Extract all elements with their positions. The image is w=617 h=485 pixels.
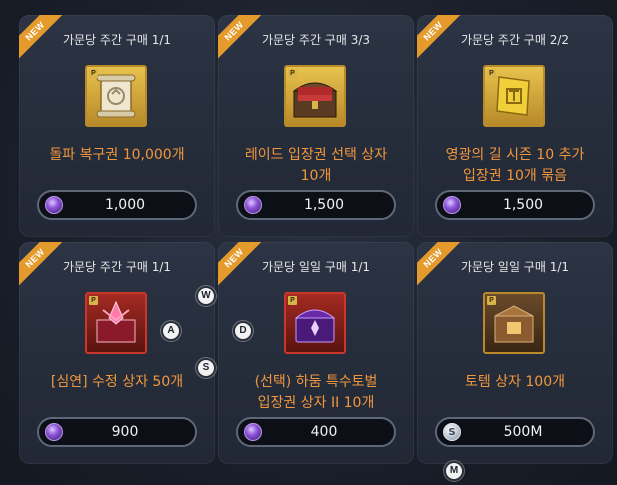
gem-coin-icon [244,423,262,441]
key-hint-d: D [233,321,253,341]
item-name: (선택) 하둠 특수토벌 입장권 상자 II 10개 [254,374,378,411]
price-value: 1,500 [303,197,345,213]
price-button[interactable]: 1,500 [236,190,396,220]
item-badge: P [487,69,496,78]
treasure-chest-icon: P [284,65,346,127]
key-hint-s: S [196,358,216,378]
shop-card-hadum-special-raid-box[interactable]: NEW 가문당 일일 구매 1/1 P (선택) 하둠 특수토벌 입장권 상자 … [218,242,414,464]
totem-box-icon: P [483,292,545,354]
gem-coin-icon [45,423,63,441]
price-value: 900 [111,424,139,440]
item-name: [심연] 수정 상자 50개 [50,374,184,390]
price-value: 400 [310,424,338,440]
item-badge: P [288,296,297,305]
purchase-limit: 가문당 일일 구매 1/1 [261,260,371,274]
key-hint-a: A [161,321,181,341]
item-name: 레이드 입장권 선택 상자 10개 [244,147,388,184]
item-name: 토템 상자 100개 [464,374,566,390]
shop-card-breakthrough-restore[interactable]: NEW 가문당 주간 구매 1/1 P 돌파 복구권 10,000개 1,000 [19,15,215,237]
purchase-limit: 가문당 일일 구매 1/1 [460,260,570,274]
price-value: 1,000 [104,197,146,213]
price-button[interactable]: 1,000 [37,190,197,220]
scroll-icon: P [85,65,147,127]
purchase-limit: 가문당 주간 구매 2/2 [460,33,570,47]
purchase-limit: 가문당 주간 구매 1/1 [62,260,172,274]
shop-card-abyss-crystal-box[interactable]: NEW 가문당 주간 구매 1/1 P [심연] 수정 상자 50개 900 [19,242,215,464]
purchase-limit: 가문당 주간 구매 3/3 [261,33,371,47]
item-badge: P [89,69,98,78]
item-badge: P [288,69,297,78]
crystal-box-icon: P [85,292,147,354]
item-badge: P [487,296,496,305]
shop-card-totem-box[interactable]: NEW 가문당 일일 구매 1/1 P 토템 상자 100개 S 500M [417,242,613,464]
golden-ticket-icon: P [483,65,545,127]
silver-coin-icon: S [443,423,461,441]
key-hint-w: W [196,286,216,306]
gem-coin-icon [45,196,63,214]
gem-coin-icon [244,196,262,214]
shop-card-raid-ticket-box[interactable]: NEW 가문당 주간 구매 3/3 P 레이드 입장권 선택 상자 10개 1,… [218,15,414,237]
purple-chest-icon: P [284,292,346,354]
gem-coin-icon [443,196,461,214]
price-button[interactable]: S 500M [435,417,595,447]
key-hint-m: M [444,461,464,481]
purchase-limit: 가문당 주간 구매 1/1 [62,33,172,47]
price-button[interactable]: 1,500 [435,190,595,220]
price-value: 1,500 [502,197,544,213]
item-badge: P [89,296,98,305]
item-name: 돌파 복구권 10,000개 [49,147,185,163]
price-value: 500M [503,424,543,440]
item-name: 영광의 길 시즌 10 추가 입장권 10개 묶음 [445,147,585,184]
price-button[interactable]: 900 [37,417,197,447]
shop-card-path-of-glory-ticket[interactable]: NEW 가문당 주간 구매 2/2 P 영광의 길 시즌 10 추가 입장권 1… [417,15,613,237]
price-button[interactable]: 400 [236,417,396,447]
